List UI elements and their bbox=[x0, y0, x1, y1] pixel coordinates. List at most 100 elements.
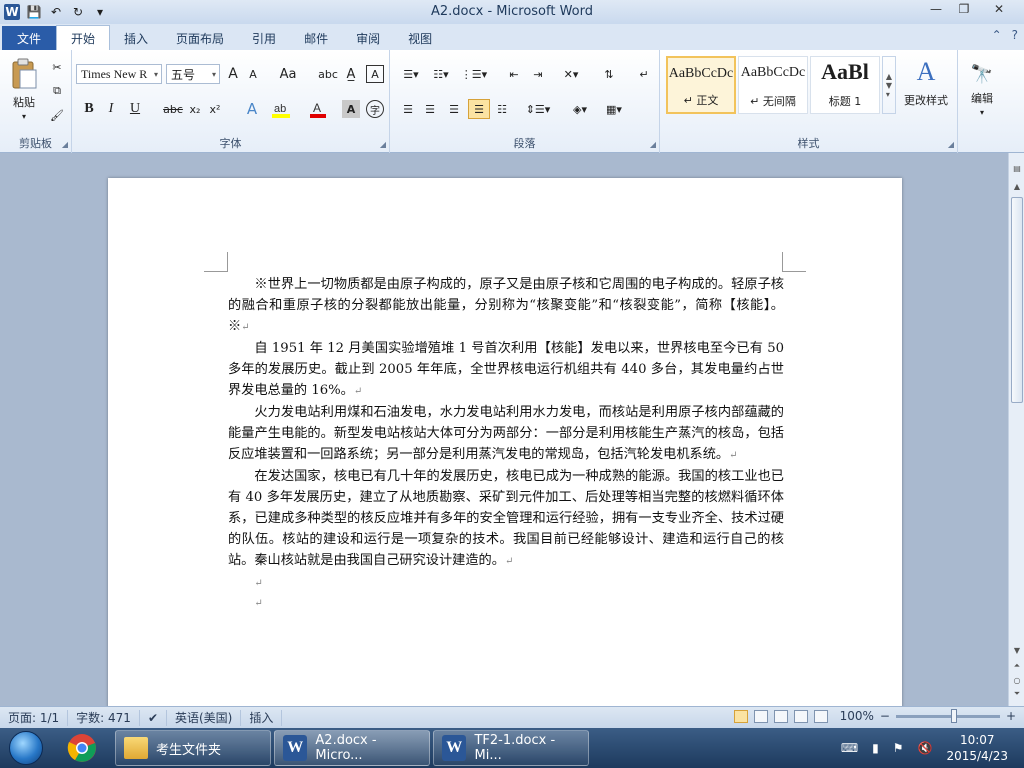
word-count[interactable]: 字数: 471 bbox=[68, 709, 140, 726]
previous-page-icon[interactable]: ⏶ bbox=[1009, 659, 1024, 673]
tab-mailings[interactable]: 邮件 bbox=[290, 26, 342, 50]
superscript-button[interactable]: x² bbox=[206, 100, 224, 118]
char-shading-icon[interactable]: A bbox=[342, 100, 360, 118]
paste-button[interactable]: 粘贴 bbox=[4, 94, 44, 110]
clipboard-launcher-icon[interactable]: ◢ bbox=[62, 140, 68, 149]
keyboard-icon[interactable]: ⌨ bbox=[841, 741, 858, 755]
page-count[interactable]: 页面: 1/1 bbox=[0, 709, 69, 726]
document-area[interactable]: ※世界上一切物质都是由原子构成的，原子又是由原子核和它周围的电子构成的。轻原子核… bbox=[0, 153, 1008, 706]
document-page[interactable]: ※世界上一切物质都是由原子构成的，原子又是由原子核和它周围的电子构成的。轻原子核… bbox=[108, 178, 902, 706]
cut-icon[interactable]: ✂ bbox=[48, 58, 66, 76]
styles-scroll-icon[interactable]: ▲ ▼ ▾ bbox=[882, 56, 896, 114]
proofing-icon[interactable]: ✔ bbox=[140, 709, 167, 726]
find-icon[interactable]: 🔭 bbox=[968, 60, 996, 88]
borders-icon[interactable]: ▦▾ bbox=[600, 100, 628, 118]
document-body[interactable]: ※世界上一切物质都是由原子构成的，原子又是由原子核和它周围的电子构成的。轻原子核… bbox=[228, 274, 784, 612]
grow-font-icon[interactable]: A bbox=[224, 65, 242, 83]
sort-icon[interactable]: ⇅ bbox=[598, 65, 620, 83]
web-layout-icon[interactable] bbox=[773, 709, 788, 723]
align-center-icon[interactable]: ☰ bbox=[420, 100, 440, 118]
network-icon[interactable]: ▮ bbox=[872, 741, 879, 755]
flag-icon[interactable]: ⚑ bbox=[893, 741, 904, 755]
close-button[interactable]: ✕ bbox=[978, 0, 1020, 18]
tab-insert[interactable]: 插入 bbox=[110, 26, 162, 50]
text-effects-icon[interactable]: A bbox=[242, 100, 262, 118]
draft-view-icon[interactable] bbox=[813, 709, 828, 723]
scroll-down-icon[interactable]: ▼ bbox=[1009, 643, 1024, 657]
editing-button[interactable]: 编辑 bbox=[960, 90, 1004, 106]
style-heading-1[interactable]: AaBl 标题 1 bbox=[810, 56, 880, 114]
style-normal[interactable]: AaBbCcDc ↵ 正文 bbox=[666, 56, 736, 114]
restore-button[interactable]: ❐ bbox=[950, 0, 978, 18]
italic-button[interactable]: I bbox=[102, 100, 120, 118]
undo-icon[interactable]: ↶ bbox=[48, 4, 64, 20]
change-styles-icon[interactable]: A bbox=[900, 56, 952, 88]
shading-icon[interactable]: ◈▾ bbox=[566, 100, 594, 118]
clear-format-icon[interactable]: abc bbox=[318, 65, 338, 83]
format-painter-icon[interactable]: 🖌 bbox=[48, 106, 66, 124]
tab-page-layout[interactable]: 页面布局 bbox=[162, 26, 238, 50]
justify-icon[interactable]: ☰ bbox=[468, 99, 490, 119]
align-left-icon[interactable]: ☰ bbox=[398, 100, 418, 118]
minimize-ribbon-icon[interactable]: ⌃ bbox=[992, 28, 1002, 42]
paragraph-launcher-icon[interactable]: ◢ bbox=[650, 140, 656, 149]
taskbar-item-tf2-docx[interactable]: W TF2-1.docx - Mi... bbox=[433, 730, 589, 766]
clock[interactable]: 10:07 2015/4/23 bbox=[946, 732, 1008, 764]
distributed-icon[interactable]: ☷ bbox=[492, 100, 512, 118]
taskbar-item-folder[interactable]: 考生文件夹 bbox=[115, 730, 271, 766]
highlight-icon[interactable]: ab bbox=[270, 100, 292, 118]
scroll-up-icon[interactable]: ▲ bbox=[1009, 179, 1024, 193]
underline-button[interactable]: U bbox=[126, 100, 144, 118]
word-app-icon[interactable]: W bbox=[4, 4, 20, 20]
change-styles-button[interactable]: 更改样式 bbox=[896, 92, 956, 108]
styles-launcher-icon[interactable]: ◢ bbox=[948, 140, 954, 149]
numbering-icon[interactable]: ☷▾ bbox=[428, 65, 454, 83]
zoom-level[interactable]: 100% bbox=[840, 709, 874, 723]
tab-references[interactable]: 引用 bbox=[238, 26, 290, 50]
scroll-thumb[interactable] bbox=[1011, 197, 1023, 403]
increase-indent-icon[interactable]: ⇥ bbox=[528, 65, 548, 83]
paragraph-4[interactable]: 在发达国家，核电已有几十年的发展历史，核电已成为一种成熟的能源。我国的核工业也已… bbox=[228, 466, 784, 572]
paragraph-2[interactable]: 自 1951 年 12 月美国实验增殖堆 1 号首次利用【核能】发电以来，世界核… bbox=[228, 338, 784, 402]
taskbar-item-a2-docx[interactable]: W A2.docx - Micro... bbox=[274, 730, 430, 766]
zoom-slider-knob[interactable] bbox=[950, 708, 957, 723]
vertical-scrollbar[interactable]: ▤ ▲ ▼ ⏶ ○ ⏷ bbox=[1008, 153, 1024, 706]
editing-dropdown-icon[interactable]: ▾ bbox=[960, 106, 1004, 118]
change-case-icon[interactable]: Aa bbox=[276, 65, 300, 83]
zoom-out-icon[interactable]: − bbox=[880, 709, 890, 723]
font-name-select[interactable]: Times New R ▾ bbox=[76, 64, 162, 84]
multilevel-list-icon[interactable]: ⋮☰▾ bbox=[460, 65, 488, 83]
style-no-spacing[interactable]: AaBbCcDc ↵ 无间隔 bbox=[738, 56, 808, 114]
paste-dropdown-icon[interactable]: ▾ bbox=[4, 110, 44, 122]
bold-button[interactable]: B bbox=[80, 100, 98, 118]
tab-file[interactable]: 文件 bbox=[2, 26, 56, 50]
paragraph-3[interactable]: 火力发电站利用煤和石油发电，水力发电站利用水力发电，而核站是利用原子核内部蕴藏的… bbox=[228, 402, 784, 466]
tab-review[interactable]: 审阅 bbox=[342, 26, 394, 50]
empty-paragraph[interactable]: ↵ bbox=[228, 592, 784, 612]
font-launcher-icon[interactable]: ◢ bbox=[380, 140, 386, 149]
outline-view-icon[interactable] bbox=[793, 709, 808, 723]
chrome-pinned-icon[interactable] bbox=[52, 729, 112, 767]
tab-home[interactable]: 开始 bbox=[56, 25, 111, 50]
ruler-toggle-icon[interactable]: ▤ bbox=[1009, 161, 1024, 175]
phonetic-guide-icon[interactable]: A̲ bbox=[340, 65, 362, 83]
paste-icon[interactable] bbox=[8, 56, 40, 92]
subscript-button[interactable]: x₂ bbox=[186, 100, 204, 118]
show-marks-icon[interactable]: ↵ bbox=[634, 65, 654, 83]
help-icon[interactable]: ? bbox=[1012, 28, 1018, 42]
line-spacing-icon[interactable]: ⇕☰▾ bbox=[524, 100, 552, 118]
start-button[interactable] bbox=[0, 728, 52, 768]
bullets-icon[interactable]: ☰▾ bbox=[398, 65, 424, 83]
enclose-char-icon[interactable]: 字 bbox=[366, 100, 384, 118]
char-border-icon[interactable]: A bbox=[366, 65, 384, 83]
browse-object-icon[interactable]: ○ bbox=[1009, 673, 1024, 687]
decrease-indent-icon[interactable]: ⇤ bbox=[504, 65, 524, 83]
strikethrough-button[interactable]: abc bbox=[162, 100, 184, 118]
next-page-icon[interactable]: ⏷ bbox=[1009, 687, 1024, 701]
save-icon[interactable]: 💾 bbox=[26, 4, 42, 20]
paragraph-1[interactable]: ※世界上一切物质都是由原子构成的，原子又是由原子核和它周围的电子构成的。轻原子核… bbox=[228, 274, 784, 338]
empty-paragraph[interactable]: ↵ bbox=[228, 572, 784, 592]
full-screen-reading-icon[interactable] bbox=[753, 709, 768, 723]
zoom-in-icon[interactable]: + bbox=[1006, 709, 1016, 723]
align-right-icon[interactable]: ☰ bbox=[444, 100, 464, 118]
